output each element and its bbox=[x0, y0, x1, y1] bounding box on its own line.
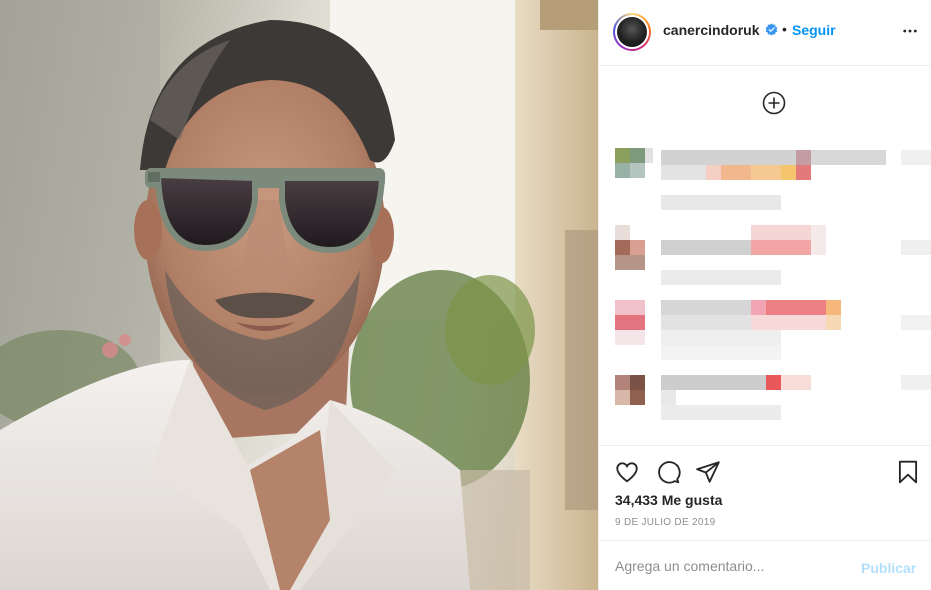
comment-form: Publicar bbox=[599, 540, 931, 590]
heart-icon[interactable] bbox=[614, 459, 640, 485]
post-header: canercindoruk • Seguir bbox=[599, 0, 931, 66]
publish-button[interactable]: Publicar bbox=[861, 560, 916, 576]
verified-badge-icon bbox=[765, 23, 778, 36]
paper-plane-icon[interactable] bbox=[695, 459, 721, 485]
selfie-illustration bbox=[0, 0, 598, 590]
avatar-image bbox=[617, 17, 647, 47]
post-sidebar: canercindoruk • Seguir 34,433 Me gusta 9… bbox=[598, 0, 931, 590]
username-link[interactable]: canercindoruk bbox=[663, 22, 759, 38]
post-date[interactable]: 9 DE JULIO DE 2019 bbox=[615, 517, 715, 528]
follow-button[interactable]: Seguir bbox=[792, 22, 836, 38]
separator-dot: • bbox=[782, 21, 787, 37]
more-options-icon[interactable] bbox=[901, 22, 919, 40]
comment-icon[interactable] bbox=[655, 459, 681, 485]
post-actions: 34,433 Me gusta 9 DE JULIO DE 2019 bbox=[599, 445, 931, 540]
profile-avatar[interactable] bbox=[613, 13, 651, 51]
comment-input[interactable] bbox=[615, 553, 845, 579]
bookmark-icon[interactable] bbox=[895, 459, 921, 485]
likes-count[interactable]: 34,433 Me gusta bbox=[615, 492, 722, 508]
comments-list bbox=[599, 130, 931, 445]
post-photo[interactable] bbox=[0, 0, 598, 590]
add-circle-icon[interactable] bbox=[762, 91, 786, 115]
